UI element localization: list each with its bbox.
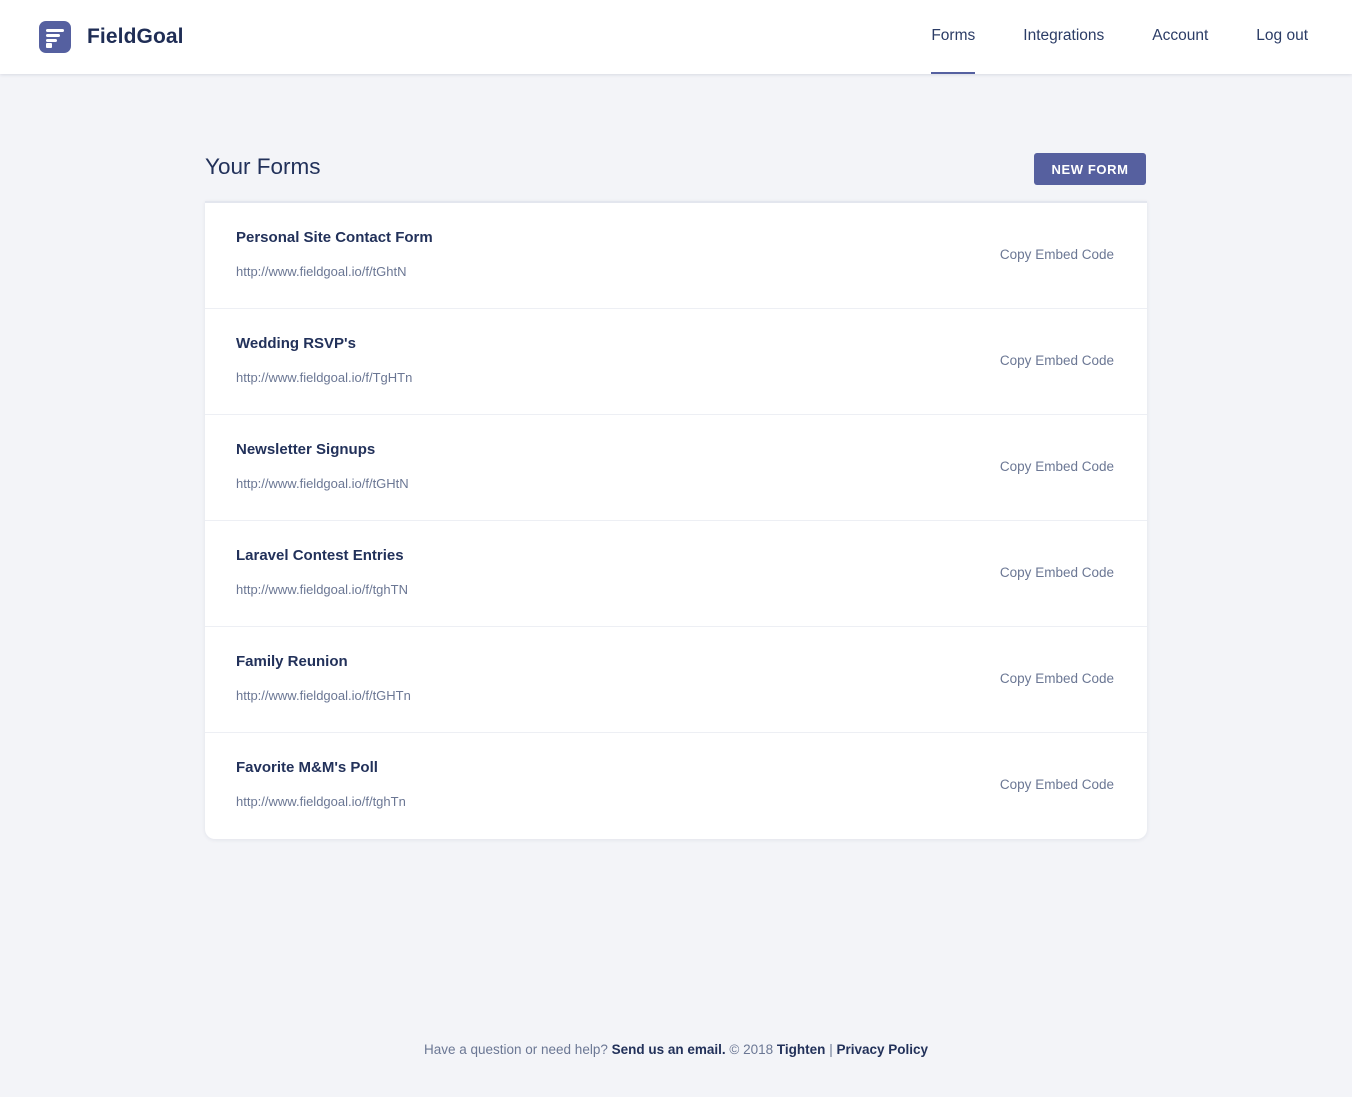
page-title: Your Forms [205, 154, 321, 179]
copy-embed-code-link[interactable]: Copy Embed Code [1000, 459, 1114, 474]
form-url: http://www.fieldgoal.io/f/tGHTn [236, 688, 411, 703]
footer-separator: | [829, 1042, 833, 1057]
form-row: Wedding RSVP's http://www.fieldgoal.io/f… [205, 309, 1147, 415]
nav-log-out[interactable]: Log out [1256, 0, 1308, 74]
form-row: Newsletter Signups http://www.fieldgoal.… [205, 415, 1147, 521]
page-footer: Have a question or need help? Send us an… [0, 1042, 1352, 1057]
form-url: http://www.fieldgoal.io/f/tghTn [236, 794, 406, 809]
form-name[interactable]: Wedding RSVP's [236, 335, 356, 352]
new-form-button[interactable]: NEW FORM [1034, 153, 1146, 185]
privacy-policy-link[interactable]: Privacy Policy [836, 1042, 928, 1057]
form-row: Personal Site Contact Form http://www.fi… [205, 203, 1147, 309]
form-url: http://www.fieldgoal.io/f/tghTN [236, 582, 408, 597]
send-email-link[interactable]: Send us an email. [612, 1042, 726, 1057]
main-nav: Forms Integrations Account Log out [883, 0, 1308, 74]
tighten-link[interactable]: Tighten [777, 1042, 826, 1057]
form-name[interactable]: Favorite M&M's Poll [236, 759, 378, 776]
copy-embed-code-link[interactable]: Copy Embed Code [1000, 777, 1114, 792]
form-name[interactable]: Family Reunion [236, 653, 348, 670]
nav-integrations[interactable]: Integrations [1023, 0, 1104, 74]
form-row: Favorite M&M's Poll http://www.fieldgoal… [205, 733, 1147, 839]
form-url: http://www.fieldgoal.io/f/TgHTn [236, 370, 413, 385]
form-url: http://www.fieldgoal.io/f/tGhtN [236, 264, 407, 279]
nav-forms[interactable]: Forms [931, 0, 975, 74]
brand-name: FieldGoal [87, 25, 184, 48]
form-row: Laravel Contest Entries http://www.field… [205, 521, 1147, 627]
copy-embed-code-link[interactable]: Copy Embed Code [1000, 565, 1114, 580]
forms-list: Personal Site Contact Form http://www.fi… [205, 201, 1147, 839]
form-row: Family Reunion http://www.fieldgoal.io/f… [205, 627, 1147, 733]
copy-embed-code-link[interactable]: Copy Embed Code [1000, 353, 1114, 368]
form-lines-icon [39, 21, 71, 53]
form-name[interactable]: Personal Site Contact Form [236, 229, 433, 246]
brand-home-link[interactable]: FieldGoal [39, 21, 184, 53]
copy-embed-code-link[interactable]: Copy Embed Code [1000, 247, 1114, 262]
footer-copyright: © 2018 [729, 1042, 774, 1057]
copy-embed-code-link[interactable]: Copy Embed Code [1000, 671, 1114, 686]
top-navigation-bar: FieldGoal Forms Integrations Account Log… [0, 0, 1352, 74]
form-name[interactable]: Laravel Contest Entries [236, 547, 404, 564]
form-name[interactable]: Newsletter Signups [236, 441, 375, 458]
footer-question: Have a question or need help? [423, 1042, 608, 1057]
form-url: http://www.fieldgoal.io/f/tGHtN [236, 476, 409, 491]
nav-account[interactable]: Account [1152, 0, 1208, 74]
